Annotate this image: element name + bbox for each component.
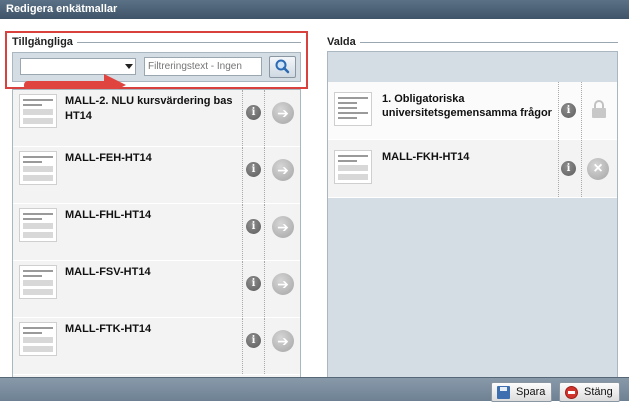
template-name: MALL-2. NLU kursvärdering bas HT14 [65, 95, 233, 122]
template-thumbnail [19, 151, 57, 185]
template-name: MALL-FEH-HT14 [65, 152, 152, 164]
window-title: Redigera enkätmallar [0, 0, 629, 19]
template-name: MALL-FTK-HT14 [65, 323, 152, 335]
save-button[interactable]: Spara [491, 382, 553, 402]
dialog-footer: Spara Stäng [0, 377, 629, 402]
add-template-button[interactable]: ➔ [272, 330, 294, 352]
list-item[interactable]: MALL-FHL-HT14 i ➔ [13, 204, 300, 261]
info-icon[interactable]: i [246, 105, 261, 120]
selected-divider [327, 42, 618, 43]
add-template-button[interactable]: ➔ [272, 102, 294, 124]
template-thumbnail [334, 150, 372, 184]
list-item[interactable]: MALL-FKH-HT14 i × [328, 140, 617, 198]
template-name: MALL-FHL-HT14 [65, 209, 152, 221]
selected-list: 1. Obligatoriska universitetsgemensamma … [327, 51, 618, 385]
add-template-button[interactable]: ➔ [272, 159, 294, 181]
add-template-button[interactable]: ➔ [272, 273, 294, 295]
template-name: MALL-FKH-HT14 [382, 151, 470, 163]
template-name: MALL-FSV-HT14 [65, 266, 151, 278]
close-button-label: Stäng [584, 386, 613, 398]
selected-legend: Valda [327, 36, 360, 48]
info-icon[interactable]: i [561, 161, 576, 176]
list-item[interactable]: MALL-FSV-HT14 i ➔ [13, 261, 300, 318]
template-thumbnail [19, 265, 57, 299]
dialog-body: Tillgängliga MALL-2. NLU kursvärdering b… [0, 19, 629, 385]
list-item[interactable]: MALL-FEH-HT14 i ➔ [13, 147, 300, 204]
remove-template-button[interactable]: × [587, 158, 609, 180]
info-icon[interactable]: i [246, 162, 261, 177]
lock-icon [592, 100, 606, 118]
list-item[interactable]: MALL-FTK-HT14 i ➔ [13, 318, 300, 375]
info-icon[interactable]: i [246, 333, 261, 348]
close-icon [565, 386, 578, 399]
info-icon[interactable]: i [246, 219, 261, 234]
template-thumbnail [19, 208, 57, 242]
close-button[interactable]: Stäng [559, 382, 620, 402]
template-thumbnail [19, 94, 57, 128]
available-list: MALL-2. NLU kursvärdering bas HT14 i ➔ M… [12, 89, 301, 385]
template-name: 1. Obligatoriska universitetsgemensamma … [382, 93, 552, 119]
list-item[interactable]: 1. Obligatoriska universitetsgemensamma … [328, 82, 617, 140]
info-icon[interactable]: i [561, 103, 576, 118]
template-thumbnail [19, 322, 57, 356]
list-item[interactable]: MALL-2. NLU kursvärdering bas HT14 i ➔ [13, 90, 300, 147]
add-template-button[interactable]: ➔ [272, 216, 294, 238]
template-thumbnail [334, 92, 372, 126]
save-button-label: Spara [516, 386, 546, 398]
save-icon [497, 386, 510, 399]
info-icon[interactable]: i [246, 276, 261, 291]
